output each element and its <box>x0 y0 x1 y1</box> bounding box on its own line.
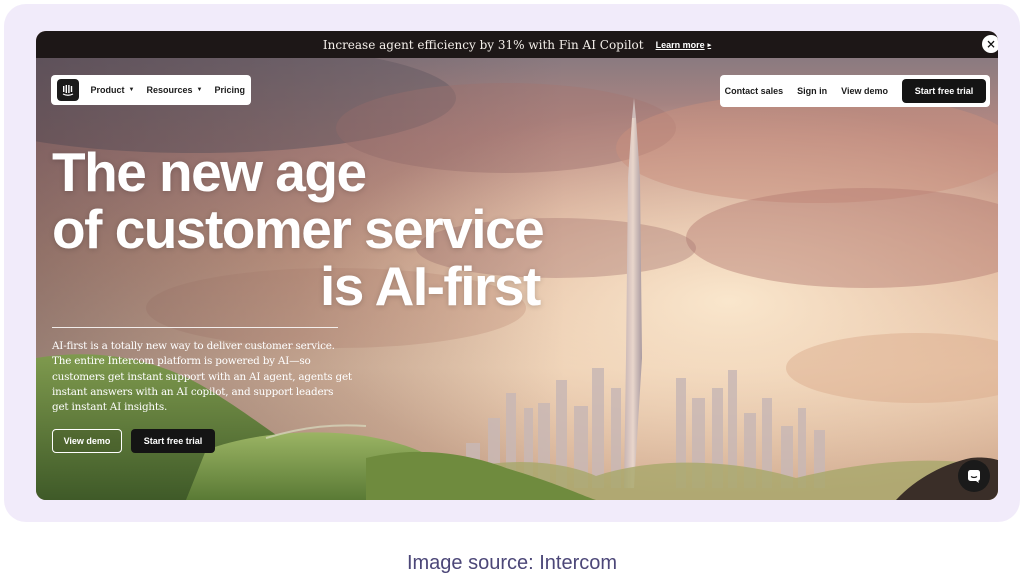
announcement-bar: Increase agent efficiency by 31% with Fi… <box>36 31 998 58</box>
chat-icon <box>968 470 980 483</box>
view-demo-link[interactable]: View demo <box>841 86 888 96</box>
close-icon[interactable]: × <box>982 35 998 53</box>
hero-divider <box>52 327 338 328</box>
nav-pricing[interactable]: Pricing <box>214 85 245 95</box>
contact-sales-link[interactable]: Contact sales <box>725 86 784 96</box>
announcement-text: Increase agent efficiency by 31% with Fi… <box>322 37 644 52</box>
headline-line-2: of customer service <box>52 198 545 260</box>
nav-left-bar: Product ▼ Resources ▼ Pricing <box>51 75 251 105</box>
hero-start-free-trial-button[interactable]: Start free trial <box>131 429 215 453</box>
headline-line-1: The new age <box>52 141 367 203</box>
chevron-down-icon: ▼ <box>196 87 203 93</box>
image-caption: Image source: Intercom <box>406 552 618 574</box>
screenshot-frame: Increase agent efficiency by 31% with Fi… <box>4 4 1020 522</box>
hero-description: AI-first is a totally new way to deliver… <box>52 340 352 414</box>
nav-right-bar: Contact sales Sign in View demo Start fr… <box>720 75 990 107</box>
chat-widget-button[interactable] <box>958 460 990 492</box>
chevron-down-icon: ▼ <box>128 87 135 93</box>
nav-resources-label: Resources <box>146 85 193 95</box>
learn-more-label: Learn more <box>655 39 705 50</box>
learn-more-link[interactable]: Learn more ▸ <box>656 40 712 50</box>
start-free-trial-button[interactable]: Start free trial <box>902 79 986 103</box>
nav-product[interactable]: Product ▼ <box>91 85 135 95</box>
hero-view-demo-button[interactable]: View demo <box>52 429 122 453</box>
nav-resources[interactable]: Resources ▼ <box>147 85 203 95</box>
intercom-logo-icon[interactable] <box>57 79 79 101</box>
hero-buttons: View demo Start free trial <box>52 429 215 453</box>
sign-in-link[interactable]: Sign in <box>797 86 827 96</box>
headline-line-3: is AI-first <box>320 255 541 317</box>
intercom-logo-glyph <box>62 85 74 96</box>
nav-product-label: Product <box>90 85 125 95</box>
website-screenshot: Increase agent efficiency by 31% with Fi… <box>36 31 998 500</box>
arrow-right-icon: ▸ <box>707 41 712 49</box>
hero-headline: The new age of customer service is AI-fi… <box>52 144 572 315</box>
